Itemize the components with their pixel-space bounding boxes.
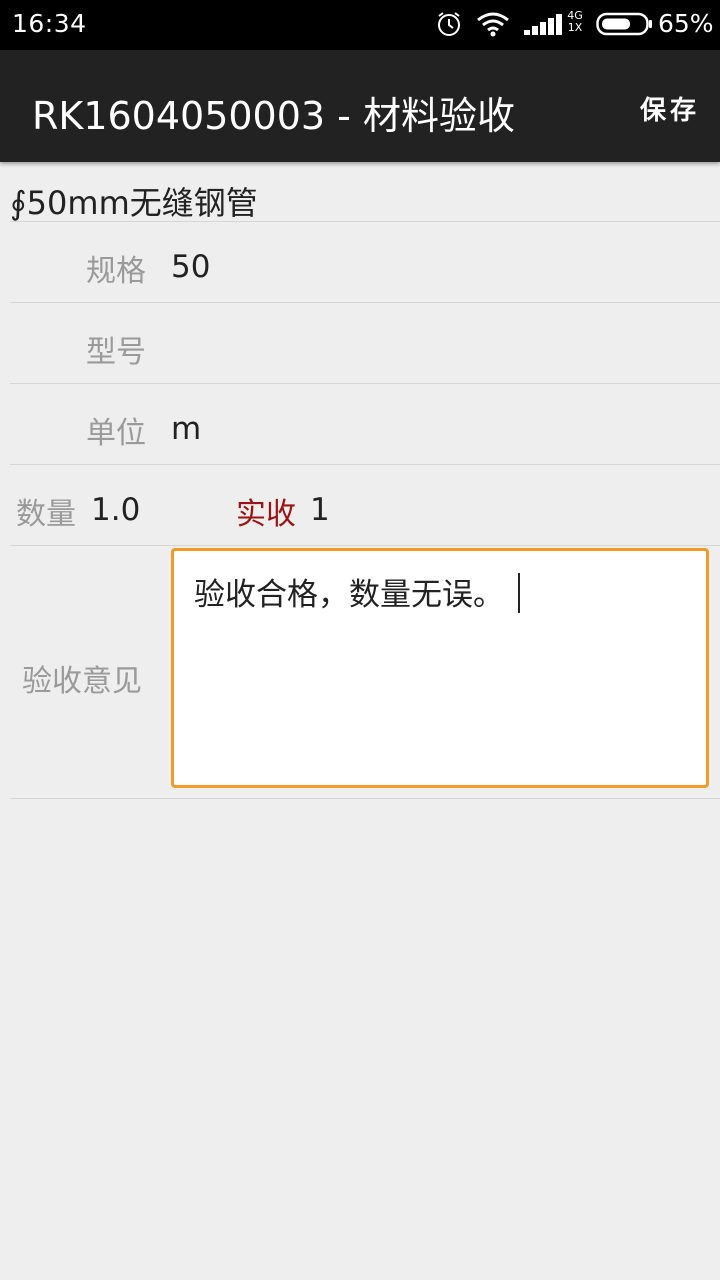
divider	[10, 302, 720, 303]
status-time: 16:34	[12, 9, 87, 38]
action-bar: RK1604050003 - 材料验收 保存	[0, 50, 720, 162]
divider	[10, 464, 720, 465]
opinion-text: 验收合格，数量无误。	[194, 569, 520, 617]
battery-icon	[596, 12, 652, 36]
opinion-label: 验收意见	[22, 664, 142, 699]
signal-icon	[524, 14, 562, 35]
opinion-input[interactable]: 验收合格，数量无误。	[171, 548, 709, 788]
quantity-value: 1.0	[91, 492, 141, 528]
spec-value: 50	[171, 249, 211, 285]
page-title: RK1604050003 - 材料验收	[32, 94, 515, 138]
network-type: 4G 1X	[567, 9, 583, 34]
quantity-label: 数量	[16, 497, 76, 532]
divider	[10, 383, 720, 384]
text-cursor	[518, 572, 520, 613]
model-label: 型号	[86, 335, 146, 370]
status-bar: 16:34 4G 1X 65%	[0, 0, 720, 50]
battery-percent: 65%	[658, 9, 714, 38]
wifi-icon	[477, 12, 509, 37]
divider	[10, 221, 720, 222]
material-name: ∮50mm无缝钢管	[10, 184, 258, 222]
save-button[interactable]: 保存	[640, 90, 700, 127]
alarm-icon	[438, 12, 460, 36]
divider	[10, 798, 720, 799]
received-value[interactable]: 1	[310, 492, 330, 528]
unit-label: 单位	[86, 416, 146, 451]
divider	[10, 545, 720, 546]
unit-value: m	[171, 411, 202, 447]
spec-label: 规格	[86, 254, 146, 289]
received-label: 实收	[236, 497, 296, 532]
